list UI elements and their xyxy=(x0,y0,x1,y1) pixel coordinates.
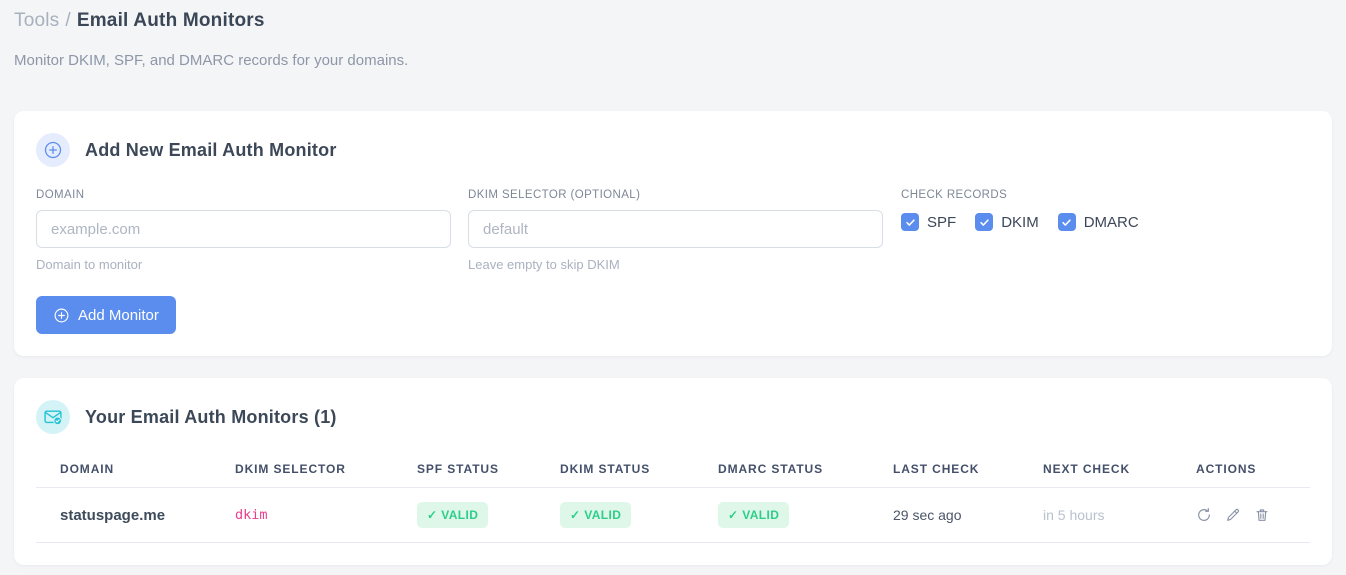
checkbox-spf-label: SPF xyxy=(927,213,957,231)
monitors-card-title: Your Email Auth Monitors (1) xyxy=(85,406,337,427)
monitors-list-card: Your Email Auth Monitors (1) DOMAIN DKIM… xyxy=(14,378,1332,565)
plus-circle-icon xyxy=(53,307,70,324)
dmarc-status-badge: ✓ VALID xyxy=(718,502,790,528)
check-records-options: SPF DKIM DMARC xyxy=(901,213,1139,231)
table-header-row: DOMAIN DKIM SELECTOR SPF STATUS DKIM STA… xyxy=(36,448,1310,488)
delete-icon[interactable] xyxy=(1254,507,1270,523)
row-actions xyxy=(1196,507,1310,523)
page-subtitle: Monitor DKIM, SPF, and DMARC records for… xyxy=(14,52,409,69)
checkbox-dkim-label: DKIM xyxy=(1001,213,1039,231)
edit-icon[interactable] xyxy=(1225,507,1241,523)
monitors-card-header: Your Email Auth Monitors (1) xyxy=(36,400,1310,434)
column-header-domain: DOMAIN xyxy=(36,448,211,488)
plus-circle-icon xyxy=(36,133,70,167)
dkim-selector-helper-text: Leave empty to skip DKIM xyxy=(468,257,620,272)
dkim-selector-field-group: DKIM SELECTOR (OPTIONAL) Leave empty to … xyxy=(468,189,883,272)
breadcrumb-tools-link[interactable]: Tools xyxy=(14,10,59,31)
monitors-table: DOMAIN DKIM SELECTOR SPF STATUS DKIM STA… xyxy=(36,448,1310,543)
add-monitor-card-header: Add New Email Auth Monitor xyxy=(36,133,1310,167)
domain-field-label: DOMAIN xyxy=(36,189,85,201)
monitor-next-check: in 5 hours xyxy=(1019,487,1172,543)
add-monitor-card-title: Add New Email Auth Monitor xyxy=(85,139,337,160)
table-row: statuspage.me dkim ✓ VALID ✓ VALID ✓ VAL… xyxy=(36,487,1310,543)
email-check-icon xyxy=(36,400,70,434)
domain-input[interactable] xyxy=(36,210,451,248)
add-monitor-button-label: Add Monitor xyxy=(78,306,159,324)
column-header-last-check: LAST CHECK xyxy=(869,448,1019,488)
breadcrumb: Tools / Email Auth Monitors xyxy=(14,10,1332,32)
column-header-next-check: NEXT CHECK xyxy=(1019,448,1172,488)
column-header-dmarc-status: DMARC STATUS xyxy=(694,448,869,488)
domain-field-group: DOMAIN Domain to monitor xyxy=(36,189,451,272)
checkbox-spf[interactable]: SPF xyxy=(901,213,956,231)
domain-helper-text: Domain to monitor xyxy=(36,257,143,272)
checkbox-dmarc-label: DMARC xyxy=(1083,213,1139,231)
checkbox-dkim[interactable]: DKIM xyxy=(975,213,1039,231)
monitor-last-check: 29 sec ago xyxy=(869,487,1019,543)
spf-status-badge: ✓ VALID xyxy=(417,502,489,528)
checkmark-icon xyxy=(901,213,919,231)
column-header-dkim-selector: DKIM SELECTOR xyxy=(211,448,393,488)
checkmark-icon xyxy=(975,213,994,231)
dkim-selector-input[interactable] xyxy=(468,210,883,248)
add-monitor-card: Add New Email Auth Monitor DOMAIN Domain… xyxy=(14,111,1332,356)
column-header-actions: ACTIONS xyxy=(1172,448,1310,488)
check-records-group: CHECK RECORDS SPF DKIM DMARC xyxy=(901,189,1139,272)
refresh-icon[interactable] xyxy=(1196,507,1212,523)
checkmark-icon xyxy=(1057,213,1076,231)
add-monitor-button[interactable]: Add Monitor xyxy=(36,296,176,334)
dkim-selector-field-label: DKIM SELECTOR (OPTIONAL) xyxy=(468,189,641,201)
check-records-label: CHECK RECORDS xyxy=(901,189,1008,201)
email-auth-monitors-page: Tools / Email Auth Monitors Monitor DKIM, … xyxy=(0,0,1346,565)
monitor-dkim-selector: dkim xyxy=(211,487,393,543)
breadcrumb-separator: / xyxy=(65,10,71,31)
column-header-spf-status: SPF STATUS xyxy=(393,448,536,488)
page-title: Email Auth Monitors xyxy=(76,10,265,31)
add-monitor-form: DOMAIN Domain to monitor DKIM SELECTOR (… xyxy=(36,189,1310,272)
dkim-status-badge: ✓ VALID xyxy=(560,502,632,528)
column-header-dkim-status: DKIM STATUS xyxy=(536,448,694,488)
monitor-domain: statuspage.me xyxy=(36,487,211,543)
checkbox-dmarc[interactable]: DMARC xyxy=(1057,213,1139,231)
